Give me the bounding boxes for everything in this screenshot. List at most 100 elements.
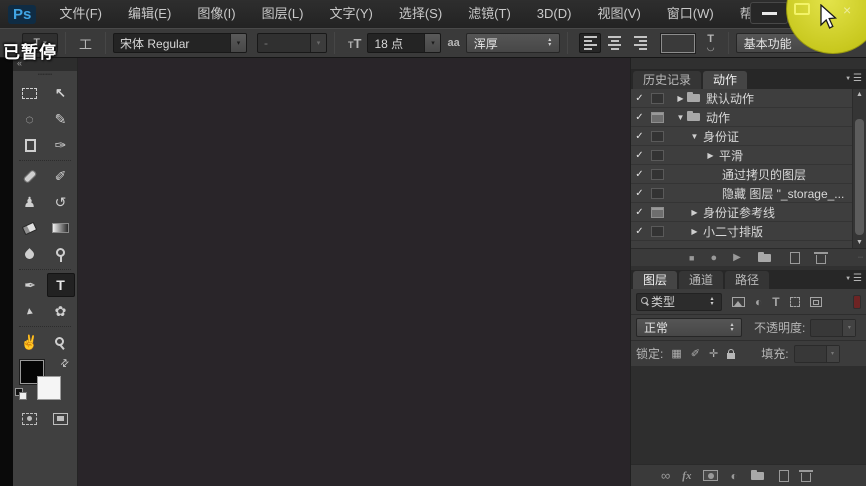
new-action-button[interactable] [790, 252, 800, 264]
include-check-icon[interactable]: ✓ [631, 226, 648, 237]
maximize-button[interactable] [794, 3, 810, 15]
lock-paint-icon[interactable]: ✐ [691, 347, 700, 360]
expand-arrow-icon[interactable]: ▼ [675, 113, 686, 122]
path-selection-tool[interactable]: ▲ [12, 296, 46, 326]
blur-tool[interactable] [14, 241, 45, 267]
modal-toggle[interactable] [648, 226, 667, 237]
close-button[interactable]: × [843, 2, 851, 18]
action-row[interactable]: ✓ ▶ 平滑 [631, 146, 852, 165]
include-check-icon[interactable]: ✓ [631, 150, 648, 161]
canvas-area[interactable] [78, 58, 630, 486]
expand-arrow-icon[interactable]: ▶ [689, 227, 700, 236]
modal-toggle[interactable] [648, 169, 667, 180]
menu-filter[interactable]: 滤镜(T) [455, 0, 524, 28]
new-adjustment-layer-button[interactable]: ◐ [730, 469, 737, 483]
smart-object-filter-icon[interactable] [810, 297, 822, 307]
pixel-layer-filter-icon[interactable] [732, 297, 745, 307]
resize-grip[interactable]: ┉ [858, 253, 863, 262]
warp-text-icon[interactable]: T◡ [707, 35, 715, 51]
default-colors-icon[interactable] [15, 388, 27, 400]
action-row[interactable]: ✓ 通过拷贝的图层 [631, 165, 852, 184]
quick-mask-button[interactable] [14, 406, 45, 432]
panel-grip[interactable]: ┅┅┅ [13, 71, 77, 80]
tab-paths[interactable]: 路径 [725, 271, 769, 289]
expand-arrow-icon[interactable]: ▼ [689, 132, 700, 141]
modal-toggle[interactable] [648, 131, 667, 142]
align-center-button[interactable] [604, 33, 626, 53]
menu-window[interactable]: 窗口(W) [654, 0, 727, 28]
include-check-icon[interactable]: ✓ [631, 188, 648, 199]
action-row[interactable]: ✓ 隐藏 图层 "_storage_... [631, 184, 852, 203]
swap-colors-icon[interactable]: ⇄ [58, 357, 72, 371]
expand-arrow-icon[interactable]: ▶ [675, 94, 686, 103]
menu-select[interactable]: 选择(S) [386, 0, 455, 28]
lasso-tool[interactable]: ◌ [14, 106, 45, 132]
action-row[interactable]: ✓ ▼ 身份证 [631, 127, 852, 146]
modal-toggle[interactable] [648, 207, 667, 218]
minimize-button[interactable] [750, 2, 788, 24]
include-check-icon[interactable]: ✓ [631, 169, 648, 180]
tab-channels[interactable]: 通道 [679, 271, 723, 289]
tab-actions[interactable]: 动作 [703, 71, 747, 89]
filter-toggle-switch[interactable] [853, 295, 861, 309]
shape-layer-filter-icon[interactable] [790, 297, 800, 307]
blend-mode-select[interactable]: 正常 ▴▾ [636, 318, 742, 337]
delete-button[interactable] [816, 251, 826, 264]
menu-layer[interactable]: 图层(L) [249, 0, 317, 28]
include-check-icon[interactable]: ✓ [631, 112, 648, 123]
action-row[interactable]: ✓ ▶ 默认动作 [631, 89, 852, 108]
scroll-up-icon[interactable]: ▲ [853, 91, 866, 98]
play-button[interactable]: ▶ [733, 252, 741, 263]
modal-toggle[interactable] [648, 112, 667, 123]
quick-selection-tool[interactable]: ✎ [45, 106, 76, 132]
anti-alias-select[interactable]: 浑厚 ▴▾ [466, 33, 560, 53]
type-tool-selected[interactable]: T [47, 273, 75, 297]
scroll-down-icon[interactable]: ▼ [853, 239, 866, 246]
type-layer-filter-icon[interactable]: T [772, 295, 779, 309]
move-tool[interactable]: ↖ [45, 80, 76, 106]
menu-type[interactable]: 文字(Y) [316, 0, 385, 28]
lock-position-icon[interactable]: ✛ [709, 347, 718, 360]
crop-tool[interactable] [14, 132, 45, 158]
history-brush-tool[interactable]: ↺ [45, 189, 76, 215]
dodge-tool[interactable] [45, 241, 76, 267]
hand-tool[interactable]: ✌ [14, 329, 45, 355]
expand-arrow-icon[interactable]: ▶ [689, 208, 700, 217]
align-right-button[interactable] [629, 33, 651, 53]
zoom-tool[interactable] [45, 329, 76, 355]
new-layer-button[interactable] [779, 470, 789, 482]
text-orientation-icon[interactable]: 工 [79, 34, 92, 53]
clone-stamp-tool[interactable]: ♟ [14, 189, 45, 215]
expand-arrow-icon[interactable]: ▶ [705, 151, 716, 160]
filter-kind-select[interactable]: 类型 ▴▾ [636, 293, 722, 311]
delete-layer-button[interactable] [801, 469, 811, 482]
panel-menu-icon[interactable]: ▼☰ [845, 273, 862, 284]
scrollbar-thumb[interactable] [855, 119, 864, 235]
stop-button[interactable]: ■ [689, 253, 694, 263]
link-layers-button[interactable]: ∞ [661, 468, 670, 483]
dropdown-arrow-icon[interactable]: ▾ [424, 34, 440, 52]
lock-transparency-icon[interactable]: ▦ [671, 347, 681, 360]
spot-healing-brush-tool[interactable] [14, 163, 45, 189]
font-family-select[interactable]: 宋体 Regular ▾ [113, 33, 247, 53]
menu-image[interactable]: 图像(I) [184, 0, 248, 28]
rectangular-marquee-tool[interactable] [14, 80, 45, 106]
modal-toggle[interactable] [648, 188, 667, 199]
dropdown-arrow-icon[interactable]: ▾ [230, 34, 246, 52]
align-left-button[interactable] [579, 33, 601, 53]
menu-3d[interactable]: 3D(D) [524, 0, 585, 28]
new-group-button[interactable] [750, 472, 767, 480]
action-row[interactable]: ✓ ▼ 动作 [631, 108, 852, 127]
include-check-icon[interactable]: ✓ [631, 93, 648, 104]
include-check-icon[interactable]: ✓ [631, 207, 648, 218]
action-row[interactable]: ✓ ▶ 小二寸排版 [631, 222, 852, 241]
layer-style-button[interactable]: fx [682, 470, 691, 482]
pen-tool[interactable]: ✒ [15, 272, 46, 298]
menu-file[interactable]: 文件(F) [46, 0, 115, 28]
screen-mode-button[interactable] [45, 406, 76, 432]
background-color-swatch[interactable] [37, 376, 61, 400]
lock-all-icon[interactable] [727, 353, 735, 359]
actions-scrollbar[interactable]: ▲ ▼ [852, 89, 866, 248]
panel-menu-icon[interactable]: ▼☰ [845, 73, 862, 84]
menu-edit[interactable]: 编辑(E) [115, 0, 184, 28]
